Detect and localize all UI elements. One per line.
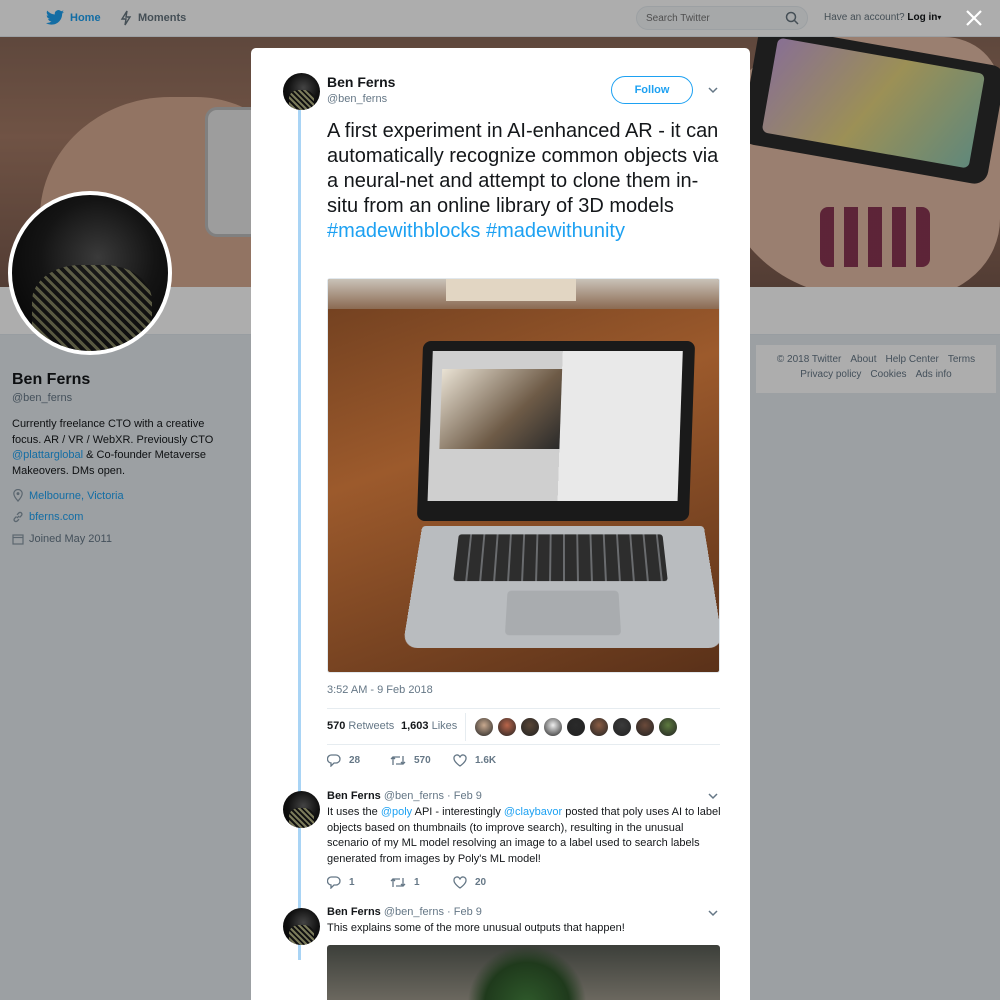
liker-avatar[interactable] [658,717,678,737]
reply-author-handle[interactable]: @ben_ferns [384,906,444,918]
retweet-button[interactable]: 570 [390,754,453,767]
liker-avatar[interactable] [612,717,632,737]
reply-icon [327,754,341,767]
liker-avatar[interactable] [635,717,655,737]
like-count: 1.6K [475,755,497,766]
reply-text-segment: API - interestingly [412,806,504,818]
liker-avatar[interactable] [497,717,517,737]
retweet-icon [390,756,406,765]
reply-author-name[interactable]: Ben Ferns [327,790,381,802]
reply-date[interactable]: · Feb 9 [447,906,482,918]
chevron-down-icon[interactable] [707,790,719,802]
reply-count: 1 [349,877,355,888]
liker-avatar[interactable] [566,717,586,737]
reply-header: Ben Ferns @ben_ferns · Feb 9 [327,906,482,918]
tweet-text: A first experiment in AI-enhanced AR - i… [327,119,727,244]
reply-button[interactable]: 1 [327,876,390,889]
retweets-label: Retweets [348,720,395,732]
profile-avatar[interactable] [8,191,172,355]
likes-count: 1,603 [401,720,429,732]
liker-avatar[interactable] [520,717,540,737]
like-count: 20 [475,877,487,888]
reply-date[interactable]: · Feb 9 [447,790,482,802]
reply-avatar[interactable] [283,908,320,945]
thread-line [298,110,301,960]
follow-button[interactable]: Follow [611,76,693,104]
retweet-button[interactable]: 1 [390,876,453,889]
retweet-icon [390,878,406,887]
mention-link[interactable]: @poly [381,806,412,818]
reply-count: 28 [349,755,361,766]
liker-avatar[interactable] [589,717,609,737]
tweet-actions: 28 570 1.6K [327,754,516,767]
reply-header: Ben Ferns @ben_ferns · Feb 9 [327,790,482,802]
heart-icon [453,754,467,767]
reply-text-segment: It uses the [327,806,381,818]
mention-link[interactable]: @claybavor [504,806,562,818]
likes-label: Likes [431,720,458,732]
tweet-stats: 570 Retweets 1,603 Likes [327,708,720,745]
reply-actions: 1 1 20 [327,876,516,889]
chevron-down-icon[interactable] [707,907,719,919]
reply-author-handle[interactable]: @ben_ferns [384,790,444,802]
reply-author-name[interactable]: Ben Ferns [327,906,381,918]
tweet-video[interactable] [327,278,720,673]
retweet-count: 570 [414,755,431,766]
reply-button[interactable]: 28 [327,754,390,767]
tweet-author-name[interactable]: Ben Ferns [327,74,395,90]
reply-text: It uses the @poly API - interestingly @c… [327,805,722,867]
retweets-count: 570 [327,720,346,732]
tweet-author-handle[interactable]: @ben_ferns [327,93,387,105]
reply-icon [327,876,341,889]
hashtag-link[interactable]: #madewithunity [486,220,625,242]
retweet-count: 1 [414,877,420,888]
liker-avatar[interactable] [474,717,494,737]
author-avatar[interactable] [283,73,320,110]
retweet-stat[interactable]: 570 Retweets [327,720,394,732]
tweet-body: A first experiment in AI-enhanced AR - i… [327,120,719,217]
tweet-modal: Ben Ferns @ben_ferns Follow A first expe… [251,48,750,1000]
likes-stat[interactable]: 1,603 Likes [401,720,457,732]
heart-icon [453,876,467,889]
reply-media[interactable] [327,945,720,1000]
tweet-timestamp[interactable]: 3:52 AM - 9 Feb 2018 [327,684,433,696]
like-button[interactable]: 1.6K [453,754,516,767]
chevron-down-icon[interactable] [707,84,719,96]
hashtag-link[interactable]: #madewithblocks [327,220,480,242]
like-button[interactable]: 20 [453,876,516,889]
reply-avatar[interactable] [283,791,320,828]
liker-avatar[interactable] [543,717,563,737]
close-icon[interactable] [965,9,983,27]
reply-text: This explains some of the more unusual o… [327,922,625,934]
likers-avatars [474,717,678,737]
